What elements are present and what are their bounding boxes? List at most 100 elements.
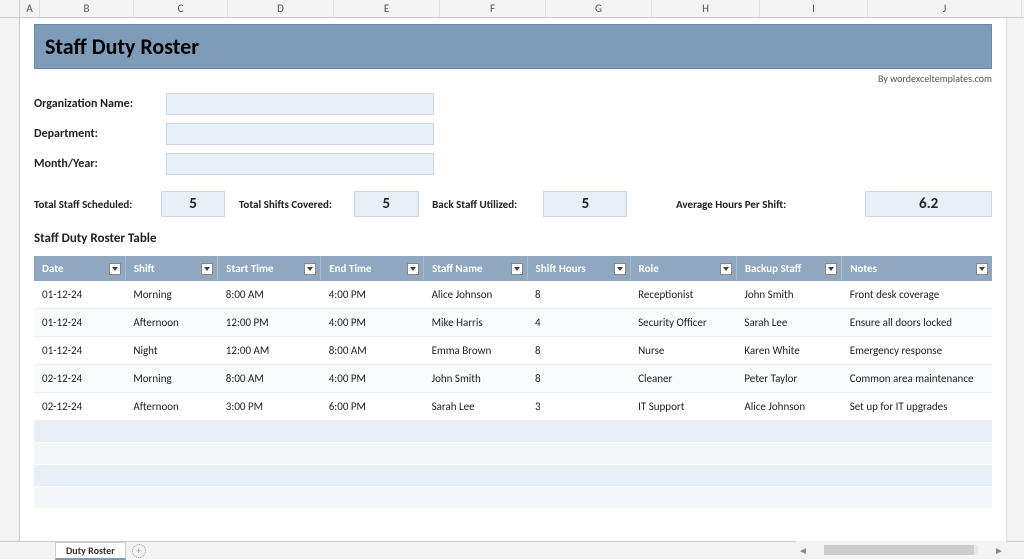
cell-shift[interactable]: Night: [125, 337, 217, 365]
cell-staff[interactable]: Alice Johnson: [424, 281, 527, 309]
cell-start[interactable]: 3:00 PM: [218, 393, 321, 421]
add-sheet-button[interactable]: +: [132, 544, 146, 558]
cell-shift[interactable]: Afternoon: [125, 309, 217, 337]
vertical-scrollbar[interactable]: [1006, 18, 1024, 541]
table-row[interactable]: 02-12-24Afternoon3:00 PM6:00 PMSarah Lee…: [34, 393, 992, 421]
cell-start[interactable]: 8:00 AM: [218, 365, 321, 393]
col-end-time[interactable]: End Time: [321, 256, 424, 281]
cell-shift[interactable]: Morning: [125, 281, 217, 309]
hscroll-thumb[interactable]: [824, 545, 974, 555]
col-shift[interactable]: Shift: [125, 256, 217, 281]
cell-staff[interactable]: Mike Harris: [424, 309, 527, 337]
cell-role[interactable]: Security Officer: [630, 309, 736, 337]
col-header-A[interactable]: A: [20, 0, 40, 17]
cell-backup[interactable]: John Smith: [736, 281, 841, 309]
dept-input[interactable]: [166, 123, 434, 145]
cell-notes[interactable]: Ensure all doors locked: [842, 309, 992, 337]
summary-row: Total Staff Scheduled: 5 Total Shifts Co…: [34, 191, 992, 217]
dept-label: Department:: [34, 127, 166, 141]
table-row-empty[interactable]: [34, 465, 992, 487]
cell-shift[interactable]: Afternoon: [125, 393, 217, 421]
cell-end[interactable]: 4:00 PM: [321, 281, 424, 309]
cell-date[interactable]: 01-12-24: [34, 337, 125, 365]
filter-icon[interactable]: [720, 263, 732, 275]
cell-backup[interactable]: Sarah Lee: [736, 309, 841, 337]
cell-backup[interactable]: Alice Johnson: [736, 393, 841, 421]
col-date[interactable]: Date: [34, 256, 125, 281]
col-header-I[interactable]: I: [760, 0, 868, 17]
form-row-department: Department:: [34, 121, 992, 147]
col-header-G[interactable]: G: [546, 0, 652, 17]
cell-end[interactable]: 6:00 PM: [321, 393, 424, 421]
col-backup-staff[interactable]: Backup Staff: [736, 256, 841, 281]
row-headers: [0, 18, 20, 541]
cell-hours[interactable]: 4: [527, 309, 630, 337]
sheet-content[interactable]: Staff Duty Roster By wordexceltemplates.…: [20, 18, 1006, 541]
table-row-empty[interactable]: [34, 487, 992, 509]
col-staff-name[interactable]: Staff Name: [424, 256, 527, 281]
col-shift-hours[interactable]: Shift Hours: [527, 256, 630, 281]
col-header-D[interactable]: D: [228, 0, 334, 17]
cell-start[interactable]: 12:00 PM: [218, 309, 321, 337]
cell-hours[interactable]: 3: [527, 393, 630, 421]
cell-date[interactable]: 01-12-24: [34, 281, 125, 309]
cell-notes[interactable]: Set up for IT upgrades: [842, 393, 992, 421]
cell-notes[interactable]: Front desk coverage: [842, 281, 992, 309]
cell-notes[interactable]: Common area maintenance: [842, 365, 992, 393]
cell-hours[interactable]: 8: [527, 337, 630, 365]
scroll-right-icon[interactable]: ►: [992, 544, 1006, 557]
cell-hours[interactable]: 8: [527, 365, 630, 393]
sheet-tab-duty-roster[interactable]: Duty Roster: [55, 542, 126, 560]
filter-icon[interactable]: [201, 263, 213, 275]
cell-start[interactable]: 8:00 AM: [218, 281, 321, 309]
filter-icon[interactable]: [614, 263, 626, 275]
col-header-J[interactable]: J: [868, 0, 1022, 17]
table-row[interactable]: 01-12-24Afternoon12:00 PM4:00 PMMike Har…: [34, 309, 992, 337]
cell-end[interactable]: 4:00 PM: [321, 365, 424, 393]
col-header-B[interactable]: B: [40, 0, 134, 17]
cell-backup[interactable]: Karen White: [736, 337, 841, 365]
col-header-H[interactable]: H: [652, 0, 760, 17]
cell-hours[interactable]: 8: [527, 281, 630, 309]
scroll-left-icon[interactable]: ◄: [796, 544, 810, 557]
table-row-empty[interactable]: [34, 421, 992, 443]
cell-role[interactable]: Receptionist: [630, 281, 736, 309]
cell-role[interactable]: Cleaner: [630, 365, 736, 393]
col-header-C[interactable]: C: [134, 0, 228, 17]
horizontal-scrollbar[interactable]: ◄ ►: [796, 541, 1006, 559]
sum4-value: 6.2: [865, 191, 992, 217]
filter-icon[interactable]: [407, 263, 419, 275]
table-row[interactable]: 01-12-24Morning8:00 AM4:00 PMAlice Johns…: [34, 281, 992, 309]
cell-staff[interactable]: Sarah Lee: [424, 393, 527, 421]
col-notes[interactable]: Notes: [842, 256, 992, 281]
filter-icon[interactable]: [304, 263, 316, 275]
filter-icon[interactable]: [825, 263, 837, 275]
cell-staff[interactable]: John Smith: [424, 365, 527, 393]
col-header-E[interactable]: E: [334, 0, 440, 17]
month-input[interactable]: [166, 153, 434, 175]
hscroll-track[interactable]: [824, 545, 978, 555]
cell-date[interactable]: 01-12-24: [34, 309, 125, 337]
table-row[interactable]: 02-12-24Morning8:00 AM4:00 PMJohn Smith8…: [34, 365, 992, 393]
filter-icon[interactable]: [511, 263, 523, 275]
cell-notes[interactable]: Emergency response: [842, 337, 992, 365]
col-start-time[interactable]: Start Time: [218, 256, 321, 281]
org-input[interactable]: [166, 93, 434, 115]
col-role[interactable]: Role: [630, 256, 736, 281]
table-row-empty[interactable]: [34, 443, 992, 465]
table-row[interactable]: 01-12-24Night12:00 AM8:00 AMEmma Brown8N…: [34, 337, 992, 365]
cell-date[interactable]: 02-12-24: [34, 393, 125, 421]
filter-icon[interactable]: [109, 263, 121, 275]
cell-date[interactable]: 02-12-24: [34, 365, 125, 393]
cell-staff[interactable]: Emma Brown: [424, 337, 527, 365]
cell-end[interactable]: 8:00 AM: [321, 337, 424, 365]
cell-end[interactable]: 4:00 PM: [321, 309, 424, 337]
col-header-F[interactable]: F: [440, 0, 546, 17]
select-all-corner[interactable]: [0, 0, 20, 17]
cell-role[interactable]: Nurse: [630, 337, 736, 365]
cell-role[interactable]: IT Support: [630, 393, 736, 421]
cell-shift[interactable]: Morning: [125, 365, 217, 393]
cell-start[interactable]: 12:00 AM: [218, 337, 321, 365]
cell-backup[interactable]: Peter Taylor: [736, 365, 841, 393]
filter-icon[interactable]: [976, 263, 988, 275]
